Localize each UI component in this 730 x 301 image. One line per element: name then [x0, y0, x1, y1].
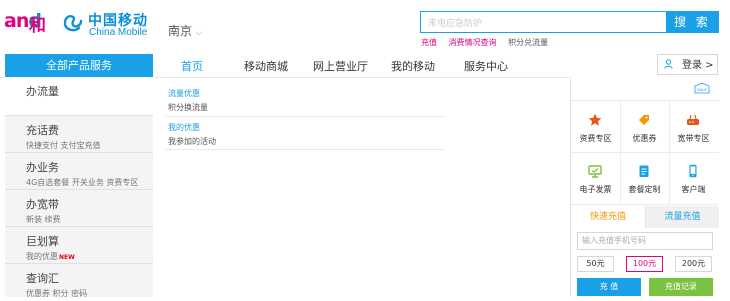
category-item-deals[interactable]: 巨划算 我的优惠NEW: [5, 227, 153, 264]
category-title: 巨划算: [26, 235, 59, 248]
service-broadband-zone[interactable]: 宽带专区: [669, 103, 718, 151]
category-sub[interactable]: 快捷支付 支付宝充值: [26, 140, 101, 151]
grid-divider: [571, 204, 719, 205]
city-label: 南京: [168, 24, 193, 38]
amount-option-100[interactable]: 100元: [626, 256, 663, 272]
phone-icon: [689, 164, 697, 178]
services-grid-top: [571, 100, 719, 101]
nav-service-center[interactable]: 服务中心: [464, 58, 508, 74]
submenu-link-points-traffic[interactable]: 积分换流量: [168, 102, 208, 113]
category-title: 办流量: [26, 85, 59, 98]
service-label: 资费专区: [579, 134, 612, 143]
router-icon: [687, 114, 699, 125]
tab-quick-recharge[interactable]: 快速充值: [571, 206, 645, 228]
login-label: 登录 >: [682, 60, 714, 71]
nav-home[interactable]: 首页: [181, 58, 203, 74]
phone-number-input[interactable]: 输入充值手机号码: [577, 232, 713, 250]
category-sidebar: 办流量 充话费 快捷支付 支付宝充值 办业务 4G自选套餐 开关业务 资费专区 …: [5, 77, 153, 298]
all-products-button[interactable]: 全部产品服务: [5, 54, 153, 78]
coupon-tag-icon: [639, 115, 649, 125]
svg-text:SALE: SALE: [697, 87, 708, 92]
phone-placeholder: 输入充值手机号码: [582, 236, 646, 245]
right-panel: SALE 资费专区 优惠券 宽带专区 电子发票 套餐定制 客户端 快速充值 流量…: [570, 78, 730, 297]
china-mobile-logo-icon: [63, 15, 83, 32]
submenu-divider: [165, 149, 445, 150]
new-badge: NEW: [59, 254, 75, 261]
hot-link-points[interactable]: 积分兑流量: [508, 38, 548, 47]
category-sub[interactable]: 新装 续费: [26, 214, 61, 225]
service-client-app[interactable]: 客户端: [669, 154, 718, 202]
user-icon: [664, 59, 673, 69]
login-button[interactable]: 登录 >: [657, 54, 718, 75]
service-coupon[interactable]: 优惠券: [620, 103, 669, 151]
nav-mall[interactable]: 移动商城: [244, 58, 288, 74]
chevron-down-icon: ⌵: [196, 28, 203, 37]
city-selector[interactable]: 南京 ⌵: [168, 22, 202, 39]
service-tariff-zone[interactable]: 资费专区: [571, 103, 620, 151]
category-item-recharge[interactable]: 充话费 快捷支付 支付宝充值: [5, 116, 153, 153]
recharge-records-button[interactable]: 充值记录: [649, 278, 713, 296]
clipboard-icon: [639, 165, 649, 177]
hot-links: 充值 消费情况查询 积分兑流量: [421, 37, 557, 48]
search-button[interactable]: 搜 索: [666, 11, 719, 33]
monitor-icon: [588, 165, 602, 178]
category-title: 办宽带: [26, 198, 59, 211]
star-icon: [588, 113, 602, 126]
grid-divider: [571, 152, 719, 153]
amount-option-200[interactable]: 200元: [675, 256, 712, 272]
recharge-button[interactable]: 充 值: [577, 278, 641, 296]
header: and 和 中国移动 China Mobile 南京 ⌵ 来电应急防护 搜 索 充…: [0, 0, 730, 52]
category-sub[interactable]: 优惠券 积分 密码: [26, 288, 87, 299]
service-plan-custom[interactable]: 套餐定制: [620, 154, 669, 202]
service-label: 宽带专区: [677, 134, 710, 143]
service-label: 电子发票: [579, 185, 612, 194]
search-input[interactable]: 来电应急防护: [420, 11, 666, 33]
submenu-divider: [165, 116, 445, 117]
nav-my-mobile[interactable]: 我的移动: [391, 58, 435, 74]
service-e-invoice[interactable]: 电子发票: [571, 154, 620, 202]
category-title: 查询汇: [26, 272, 59, 285]
service-label: 优惠券: [632, 134, 657, 143]
tab-traffic-recharge[interactable]: 流量充值: [645, 206, 719, 228]
service-label: 客户端: [681, 185, 706, 194]
amount-option-50[interactable]: 50元: [577, 256, 614, 272]
service-label: 套餐定制: [628, 185, 661, 194]
nav-online-hall[interactable]: 网上营业厅: [313, 58, 368, 74]
sale-tag-icon[interactable]: SALE: [694, 82, 710, 94]
hot-link-recharge[interactable]: 充值: [421, 38, 437, 47]
hot-link-usage[interactable]: 消费情况查询: [449, 38, 497, 47]
category-sub-wrap[interactable]: 我的优惠NEW: [26, 251, 75, 262]
category-item-broadband[interactable]: 办宽带 新装 续费: [5, 190, 153, 227]
category-title: 办业务: [26, 161, 59, 174]
category-item-traffic[interactable]: 办流量: [5, 77, 153, 116]
submenu-link-my-activities[interactable]: 我参加的活动: [168, 136, 216, 147]
submenu-title-my-offers[interactable]: 我的优惠: [168, 122, 200, 133]
category-title: 充话费: [26, 124, 59, 137]
he-logo-text: 和: [29, 16, 46, 36]
category-item-query[interactable]: 查询汇 优惠券 积分 密码: [5, 264, 153, 301]
category-sub: 我的优惠: [26, 252, 58, 261]
category-item-business[interactable]: 办业务 4G自选套餐 开关业务 资费专区: [5, 153, 153, 190]
category-sub[interactable]: 4G自选套餐 开关业务 资费专区: [26, 177, 138, 188]
submenu-title-traffic[interactable]: 流量优惠: [168, 88, 200, 99]
brand-en: China Mobile: [89, 27, 148, 38]
search-placeholder: 来电应急防护: [428, 19, 483, 29]
